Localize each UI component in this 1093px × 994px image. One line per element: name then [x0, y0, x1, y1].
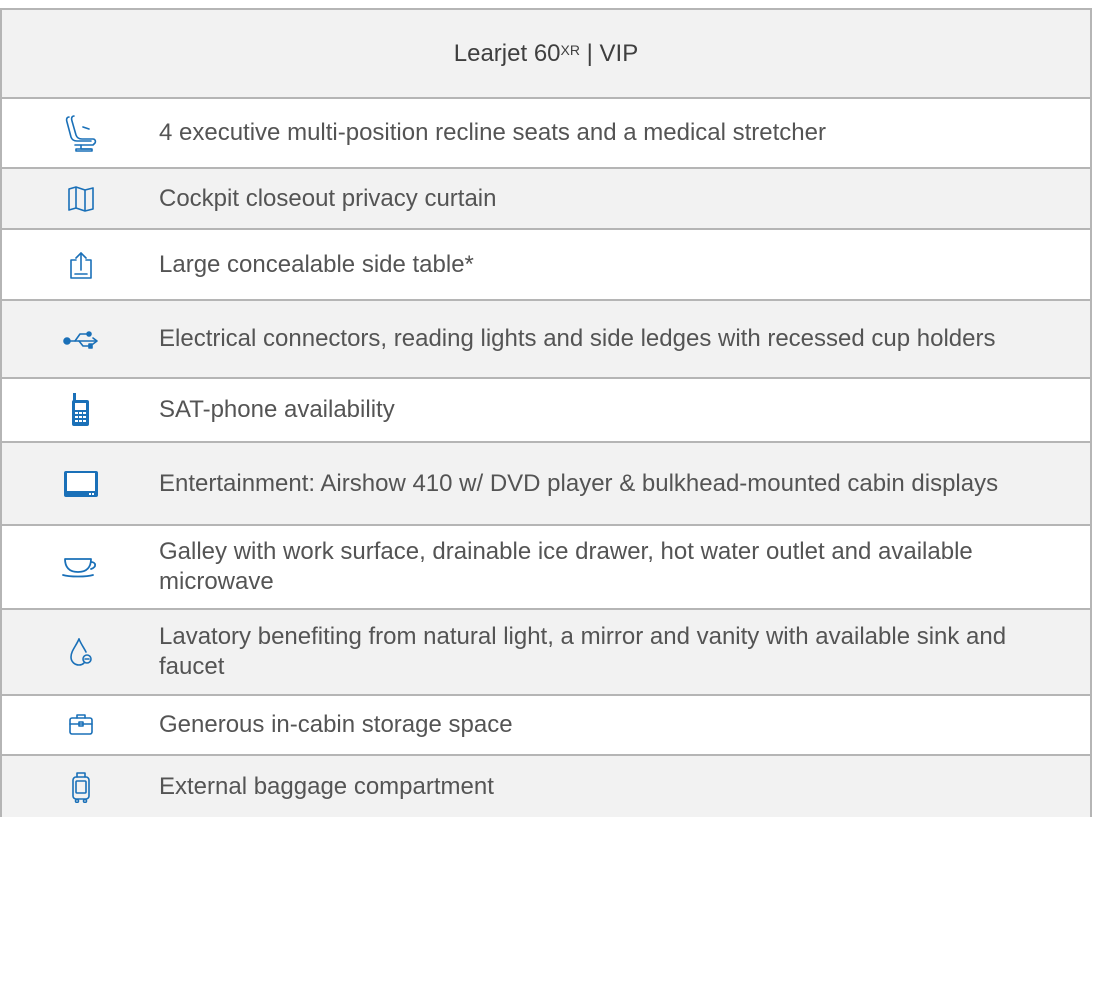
feature-row: Lavatory benefiting from natural light, …: [2, 610, 1090, 696]
water-drop-icon: [2, 637, 159, 667]
briefcase-icon: [2, 712, 159, 738]
feature-row: External baggage compartment: [2, 756, 1090, 817]
usb-icon: [2, 329, 159, 349]
feature-row: Galley with work surface, drainable ice …: [2, 526, 1090, 610]
sat-phone-icon: [2, 393, 159, 427]
feature-row: Cockpit closeout privacy curtain: [2, 169, 1090, 230]
feature-row: Large concealable side table*: [2, 230, 1090, 301]
feature-text: External baggage compartment: [159, 772, 494, 800]
luggage-icon: [2, 771, 159, 803]
feature-row: Entertainment: Airshow 410 w/ DVD player…: [2, 443, 1090, 526]
spec-table: Learjet 60 XR | VIP 4 executive multi-pos…: [0, 8, 1092, 817]
feature-text: 4 executive multi-position recline seats…: [159, 119, 826, 146]
feature-row: Electrical connectors, reading lights an…: [2, 301, 1090, 379]
curtain-icon: [2, 185, 159, 213]
header-model-superscript: XR: [560, 41, 580, 58]
feature-row: SAT-phone availability: [2, 379, 1090, 443]
feature-text: SAT-phone availability: [159, 396, 395, 423]
feature-row: Generous in-cabin storage space: [2, 696, 1090, 756]
header-separator: |: [586, 39, 593, 67]
feature-text: Galley with work surface, drainable ice …: [159, 538, 973, 595]
feature-text: Entertainment: Airshow 410 w/ DVD player…: [159, 469, 999, 497]
feature-text: Large concealable side table*: [159, 250, 474, 278]
table-header: Learjet 60 XR | VIP: [2, 8, 1090, 99]
seat-icon: [2, 113, 159, 153]
header-model: Learjet 60: [453, 39, 561, 67]
side-table-icon: [2, 250, 159, 280]
feature-text: Cockpit closeout privacy curtain: [159, 184, 497, 212]
feature-row: 4 executive multi-position recline seats…: [2, 99, 1090, 169]
display-icon: [2, 470, 159, 498]
feature-text: Lavatory benefiting from natural light, …: [159, 623, 1007, 680]
feature-text: Electrical connectors, reading lights an…: [159, 325, 996, 352]
cup-icon: [2, 555, 159, 579]
feature-text: Generous in-cabin storage space: [159, 711, 513, 738]
header-variant: VIP: [599, 39, 639, 67]
